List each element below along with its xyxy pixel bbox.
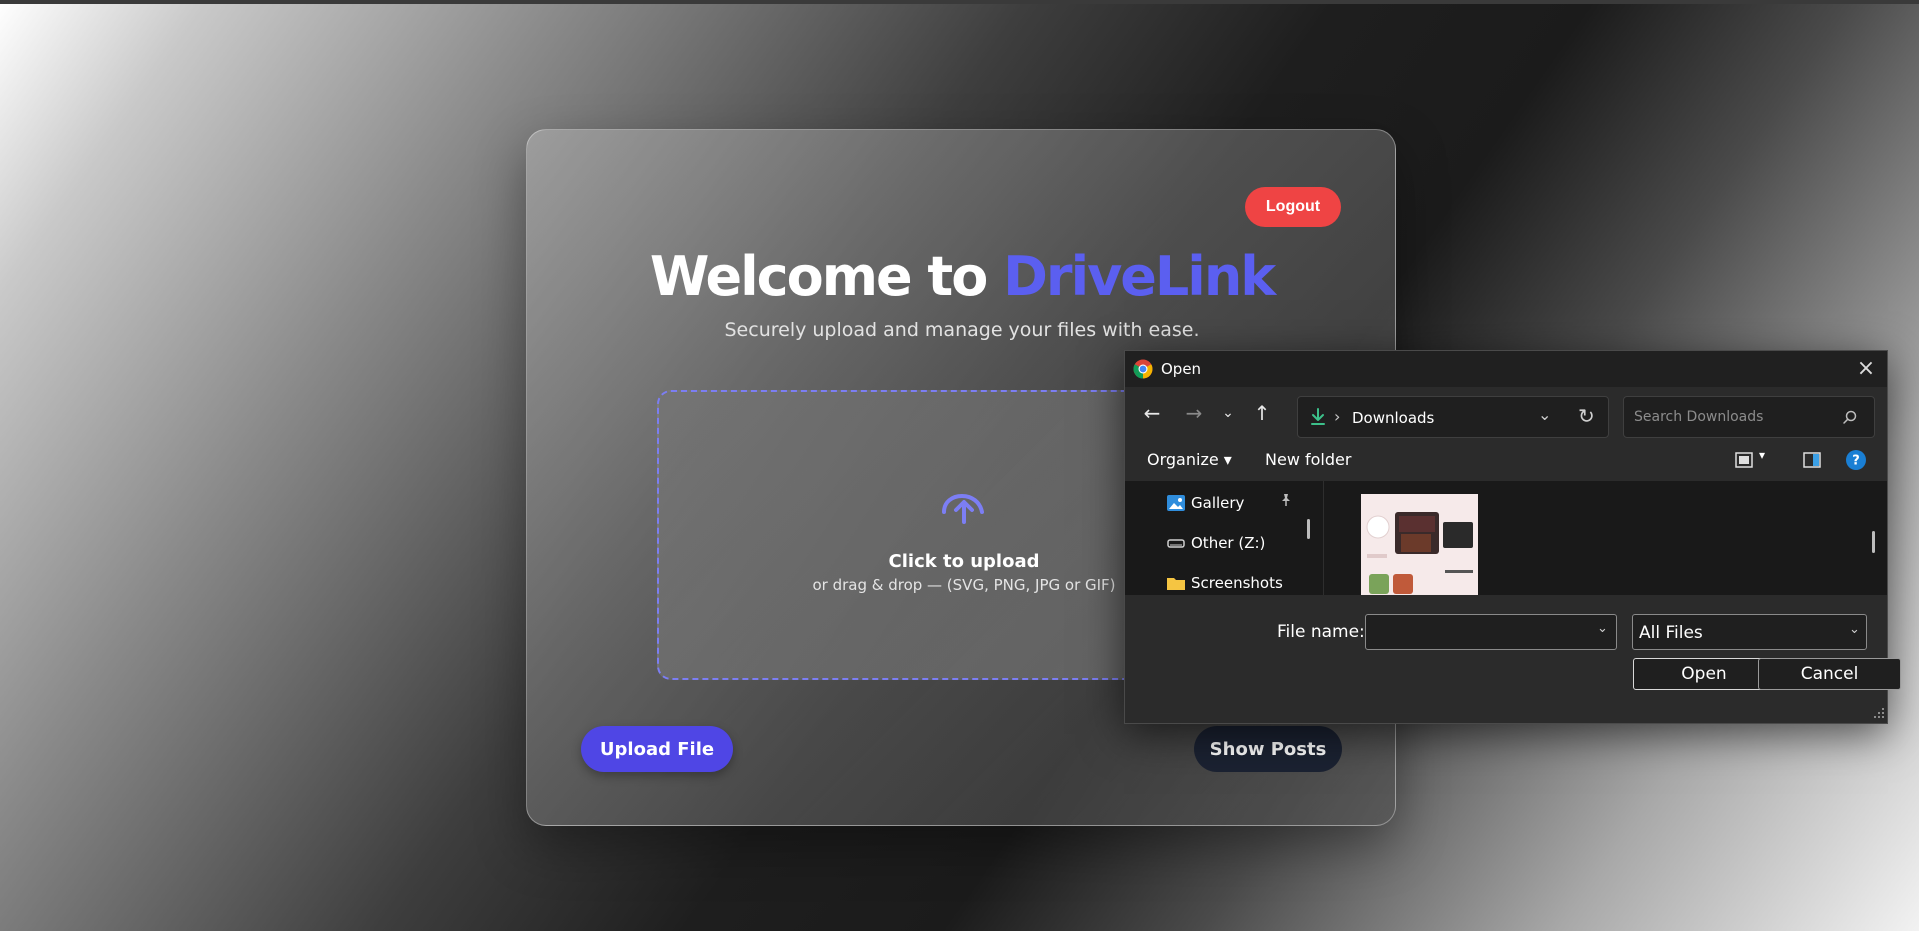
page-title: Welcome to DriveLink <box>527 245 1397 308</box>
recent-locations-chevron-icon[interactable]: ⌄ <box>1213 400 1243 426</box>
file-type-value: All Files <box>1639 623 1703 643</box>
gallery-icon <box>1167 495 1185 511</box>
drive-icon <box>1167 539 1185 548</box>
dialog-titlebar: Open × <box>1125 351 1887 387</box>
dialog-title: Open <box>1161 360 1202 378</box>
open-file-dialog: Open × ← → ⌄ ↑ › Downloads ⌄ ↻ Organize … <box>1124 350 1901 724</box>
chrome-icon <box>1133 359 1153 379</box>
file-list-pane <box>1323 481 1887 595</box>
back-arrow-icon[interactable]: ← <box>1137 400 1167 426</box>
help-icon[interactable]: ? <box>1845 449 1867 471</box>
nav-item-label: Gallery <box>1191 494 1245 512</box>
pin-icon[interactable] <box>1279 493 1293 507</box>
resize-grip-icon[interactable] <box>1873 707 1885 719</box>
download-icon <box>1311 408 1325 425</box>
search-input[interactable] <box>1623 396 1875 438</box>
refresh-icon[interactable]: ↻ <box>1578 404 1595 428</box>
file-name-dropdown-chevron-icon[interactable]: ⌄ <box>1597 621 1608 636</box>
up-arrow-icon[interactable]: ↑ <box>1247 400 1277 426</box>
forward-arrow-icon[interactable]: → <box>1179 400 1209 426</box>
nav-item-label: Other (Z:) <box>1191 534 1266 552</box>
logout-button[interactable]: Logout <box>1245 187 1341 227</box>
svg-text:?: ? <box>1852 454 1860 469</box>
address-bar[interactable]: › Downloads ⌄ ↻ <box>1297 396 1609 438</box>
brand-name: DriveLink <box>1003 245 1276 308</box>
file-type-select[interactable]: All Files ⌄ <box>1632 614 1867 650</box>
filepane-scrollbar[interactable] <box>1872 531 1875 553</box>
cloud-upload-icon <box>942 493 984 524</box>
navpane-scrollbar[interactable] <box>1307 519 1310 539</box>
view-options-icon[interactable] <box>1733 449 1755 471</box>
nav-item-screenshots[interactable]: Screenshots <box>1167 571 1283 595</box>
file-thumbnail[interactable] <box>1361 494 1478 595</box>
show-posts-button[interactable]: Show Posts <box>1194 726 1342 772</box>
breadcrumb-downloads[interactable]: Downloads <box>1352 409 1434 427</box>
breadcrumb-separator: › <box>1334 407 1341 426</box>
preview-pane-icon[interactable] <box>1801 449 1823 471</box>
file-name-label: File name: <box>1277 622 1365 642</box>
command-bar: Organize ▾ New folder ▾ ? <box>1125 439 1887 481</box>
open-button[interactable]: Open <box>1633 658 1775 690</box>
top-border <box>0 0 1919 4</box>
nav-item-label: Screenshots <box>1191 574 1283 592</box>
nav-item-other-z[interactable]: Other (Z:) <box>1167 531 1265 555</box>
view-dropdown-caret-icon[interactable]: ▾ <box>1759 448 1765 462</box>
search-icon[interactable] <box>1841 408 1859 426</box>
file-type-chevron-icon: ⌄ <box>1849 622 1860 637</box>
dialog-navbar: ← → ⌄ ↑ › Downloads ⌄ ↻ <box>1125 387 1887 439</box>
image-thumbnail-icon <box>1361 494 1478 595</box>
page-subtitle: Securely upload and manage your files wi… <box>724 319 1200 341</box>
title-prefix: Welcome to <box>649 245 1004 308</box>
organize-menu[interactable]: Organize ▾ <box>1147 450 1232 469</box>
file-name-input[interactable] <box>1365 614 1617 650</box>
cancel-button[interactable]: Cancel <box>1758 658 1901 690</box>
close-icon[interactable]: × <box>1853 356 1879 382</box>
dialog-footer: File name: ⌄ All Files ⌄ Open Cancel <box>1125 595 1901 723</box>
address-dropdown-chevron-icon[interactable]: ⌄ <box>1538 405 1551 424</box>
nav-item-gallery[interactable]: Gallery <box>1167 491 1244 515</box>
new-folder-button[interactable]: New folder <box>1265 450 1351 469</box>
navigation-pane: Gallery Other (Z:) Screenshots <box>1125 481 1323 595</box>
folder-icon <box>1167 578 1185 590</box>
upload-file-button[interactable]: Upload File <box>581 726 733 772</box>
